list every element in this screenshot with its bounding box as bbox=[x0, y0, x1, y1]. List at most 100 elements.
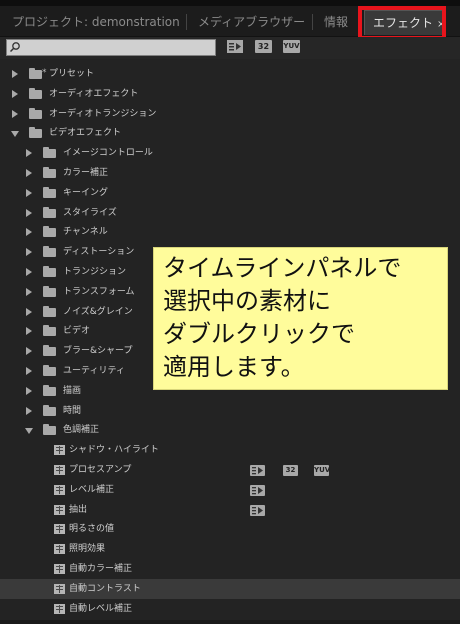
folder-icon bbox=[43, 325, 56, 337]
disclosure-collapsed-icon[interactable] bbox=[26, 307, 32, 316]
tree-item-label: 時間 bbox=[63, 405, 82, 416]
tab-separator bbox=[312, 14, 313, 30]
tree-item-label: オーディオトランジション bbox=[49, 108, 157, 119]
effect-icon bbox=[54, 544, 65, 555]
disclosure-collapsed-icon[interactable] bbox=[26, 386, 32, 395]
tree-item-label: スタイライズ bbox=[63, 207, 117, 218]
tree-folder[interactable]: カラー補正 bbox=[0, 163, 460, 183]
tree-folder[interactable]: ビデオエフェクト bbox=[0, 123, 460, 143]
tree-folder[interactable]: 色調補正 bbox=[0, 420, 460, 440]
disclosure-collapsed-icon[interactable] bbox=[26, 347, 32, 356]
folder-icon bbox=[43, 285, 56, 297]
tree-effect[interactable]: 自動コントラスト bbox=[0, 578, 460, 599]
tab-project[interactable]: プロジェクト: demonstration bbox=[4, 10, 188, 34]
tree-folder[interactable]: キーイング bbox=[0, 183, 460, 203]
effect-icon bbox=[54, 504, 65, 515]
disclosure-collapsed-icon[interactable] bbox=[26, 327, 32, 336]
effect-icon bbox=[54, 465, 65, 475]
effects-panel: プロジェクト: demonstration メディアブラウザー 情報 エフェクト… bbox=[0, 0, 460, 624]
search-input[interactable] bbox=[6, 39, 216, 56]
tree-item-label: 描画 bbox=[63, 385, 82, 396]
callout-line-1: タイムラインパネルで bbox=[163, 254, 402, 282]
tree-item-label: 色調補正 bbox=[63, 425, 100, 436]
folder-icon bbox=[43, 345, 56, 357]
disclosure-collapsed-icon[interactable] bbox=[26, 149, 32, 158]
tree-item-label: 自動レベル補正 bbox=[69, 603, 133, 614]
tree-folder[interactable]: チャンネル bbox=[0, 222, 460, 242]
folder-icon bbox=[43, 206, 56, 218]
disclosure-collapsed-icon[interactable] bbox=[26, 228, 32, 237]
tree-item-label: プロセスアンプ bbox=[69, 465, 132, 475]
tree-item-label: 自動カラー補正 bbox=[69, 564, 133, 574]
tree-item-label: プリセット bbox=[49, 69, 95, 79]
callout-line-4: 適用します。 bbox=[163, 353, 305, 381]
panel-bottom-edge bbox=[0, 620, 460, 624]
32bit-filter-icon[interactable]: 32 bbox=[255, 40, 272, 53]
tree-item-label: ユーティリティ bbox=[63, 366, 125, 376]
folder-icon bbox=[43, 186, 56, 198]
folder-icon bbox=[43, 305, 56, 317]
tree-effect[interactable]: シャドウ・ハイライト bbox=[0, 440, 460, 460]
accelerated-effects-icon[interactable] bbox=[227, 40, 243, 53]
disclosure-collapsed-icon[interactable] bbox=[26, 169, 32, 177]
tree-effect[interactable]: 自動レベル補正 bbox=[0, 599, 460, 619]
folder-icon bbox=[43, 147, 56, 159]
folder-icon bbox=[29, 107, 42, 119]
yuv-filter-icon[interactable]: YUV bbox=[283, 40, 300, 53]
tree-effect[interactable]: 明るさの値 bbox=[0, 519, 460, 539]
tree-effect[interactable]: 自動カラー補正 bbox=[0, 559, 460, 579]
disclosure-collapsed-icon[interactable] bbox=[26, 188, 32, 197]
disclosure-collapsed-icon[interactable] bbox=[26, 367, 32, 375]
accelerated-badge-icon bbox=[250, 504, 265, 516]
disclosure-expanded-icon[interactable] bbox=[25, 428, 33, 435]
disclosure-collapsed-icon[interactable] bbox=[26, 208, 32, 217]
tree-folder[interactable]: オーディオエフェクト bbox=[0, 84, 460, 104]
tree-folder[interactable]: イメージコントロール bbox=[0, 143, 460, 163]
effect-icon bbox=[54, 524, 65, 535]
tree-effect[interactable]: レベル補正 bbox=[0, 480, 460, 500]
disclosure-collapsed-icon[interactable] bbox=[26, 406, 32, 415]
disclosure-expanded-icon[interactable] bbox=[11, 131, 19, 138]
32bit-badge-icon: 32 bbox=[283, 465, 298, 476]
disclosure-collapsed-icon[interactable] bbox=[26, 248, 32, 257]
disclosure-collapsed-icon[interactable] bbox=[12, 89, 18, 98]
tree-folder[interactable]: オーディオトランジション bbox=[0, 104, 460, 124]
close-icon[interactable]: × bbox=[437, 19, 445, 30]
accelerated-badge-icon bbox=[250, 465, 265, 476]
disclosure-collapsed-icon[interactable] bbox=[12, 70, 18, 78]
disclosure-collapsed-icon[interactable] bbox=[26, 287, 32, 296]
tree-effect[interactable]: プロセスアンプ 32 YUV bbox=[0, 460, 460, 480]
tree-item-label: チャンネル bbox=[63, 227, 108, 238]
yuv-badge-icon: YUV bbox=[314, 465, 331, 476]
tree-item-label: カラー補正 bbox=[63, 168, 109, 178]
effect-icon bbox=[54, 603, 65, 614]
callout-line-3: ダブルクリックで bbox=[163, 320, 355, 348]
tree-item-label: 抽出 bbox=[69, 504, 88, 515]
tree-item-label: キーイング bbox=[63, 187, 109, 198]
tree-item-label: トランスフォーム bbox=[63, 286, 135, 297]
accelerated-badge-icon bbox=[250, 484, 265, 496]
preset-folder-icon bbox=[29, 63, 47, 83]
disclosure-collapsed-icon[interactable] bbox=[12, 109, 18, 118]
folder-icon bbox=[43, 424, 56, 436]
tab-effects[interactable]: エフェクト × bbox=[364, 10, 445, 35]
tree-item-label: トランジション bbox=[63, 267, 127, 277]
folder-icon bbox=[43, 246, 56, 258]
tree-item-label: ビデオ bbox=[63, 326, 91, 337]
folder-icon bbox=[43, 404, 56, 416]
tree-folder[interactable]: スタイライズ bbox=[0, 203, 460, 223]
tree-folder[interactable]: プリセット bbox=[0, 63, 460, 84]
tree-effect[interactable]: 照明効果 bbox=[0, 539, 460, 559]
tree-effect[interactable]: 抽出 bbox=[0, 500, 460, 520]
disclosure-collapsed-icon[interactable] bbox=[26, 268, 32, 276]
tab-media-browser[interactable]: メディアブラウザー bbox=[190, 10, 313, 34]
folder-icon bbox=[43, 266, 56, 277]
tree-item-label: ビデオエフェクト bbox=[49, 128, 122, 139]
tree-item-label: 自動コントラスト bbox=[69, 583, 141, 594]
effect-icon bbox=[54, 583, 65, 594]
effect-icon bbox=[54, 484, 65, 495]
tab-info[interactable]: 情報 bbox=[316, 10, 356, 34]
tree-folder[interactable]: 時間 bbox=[0, 401, 460, 421]
tree-item-label: 照明効果 bbox=[69, 544, 106, 555]
tree-item-label: シャドウ・ハイライト bbox=[69, 445, 159, 456]
